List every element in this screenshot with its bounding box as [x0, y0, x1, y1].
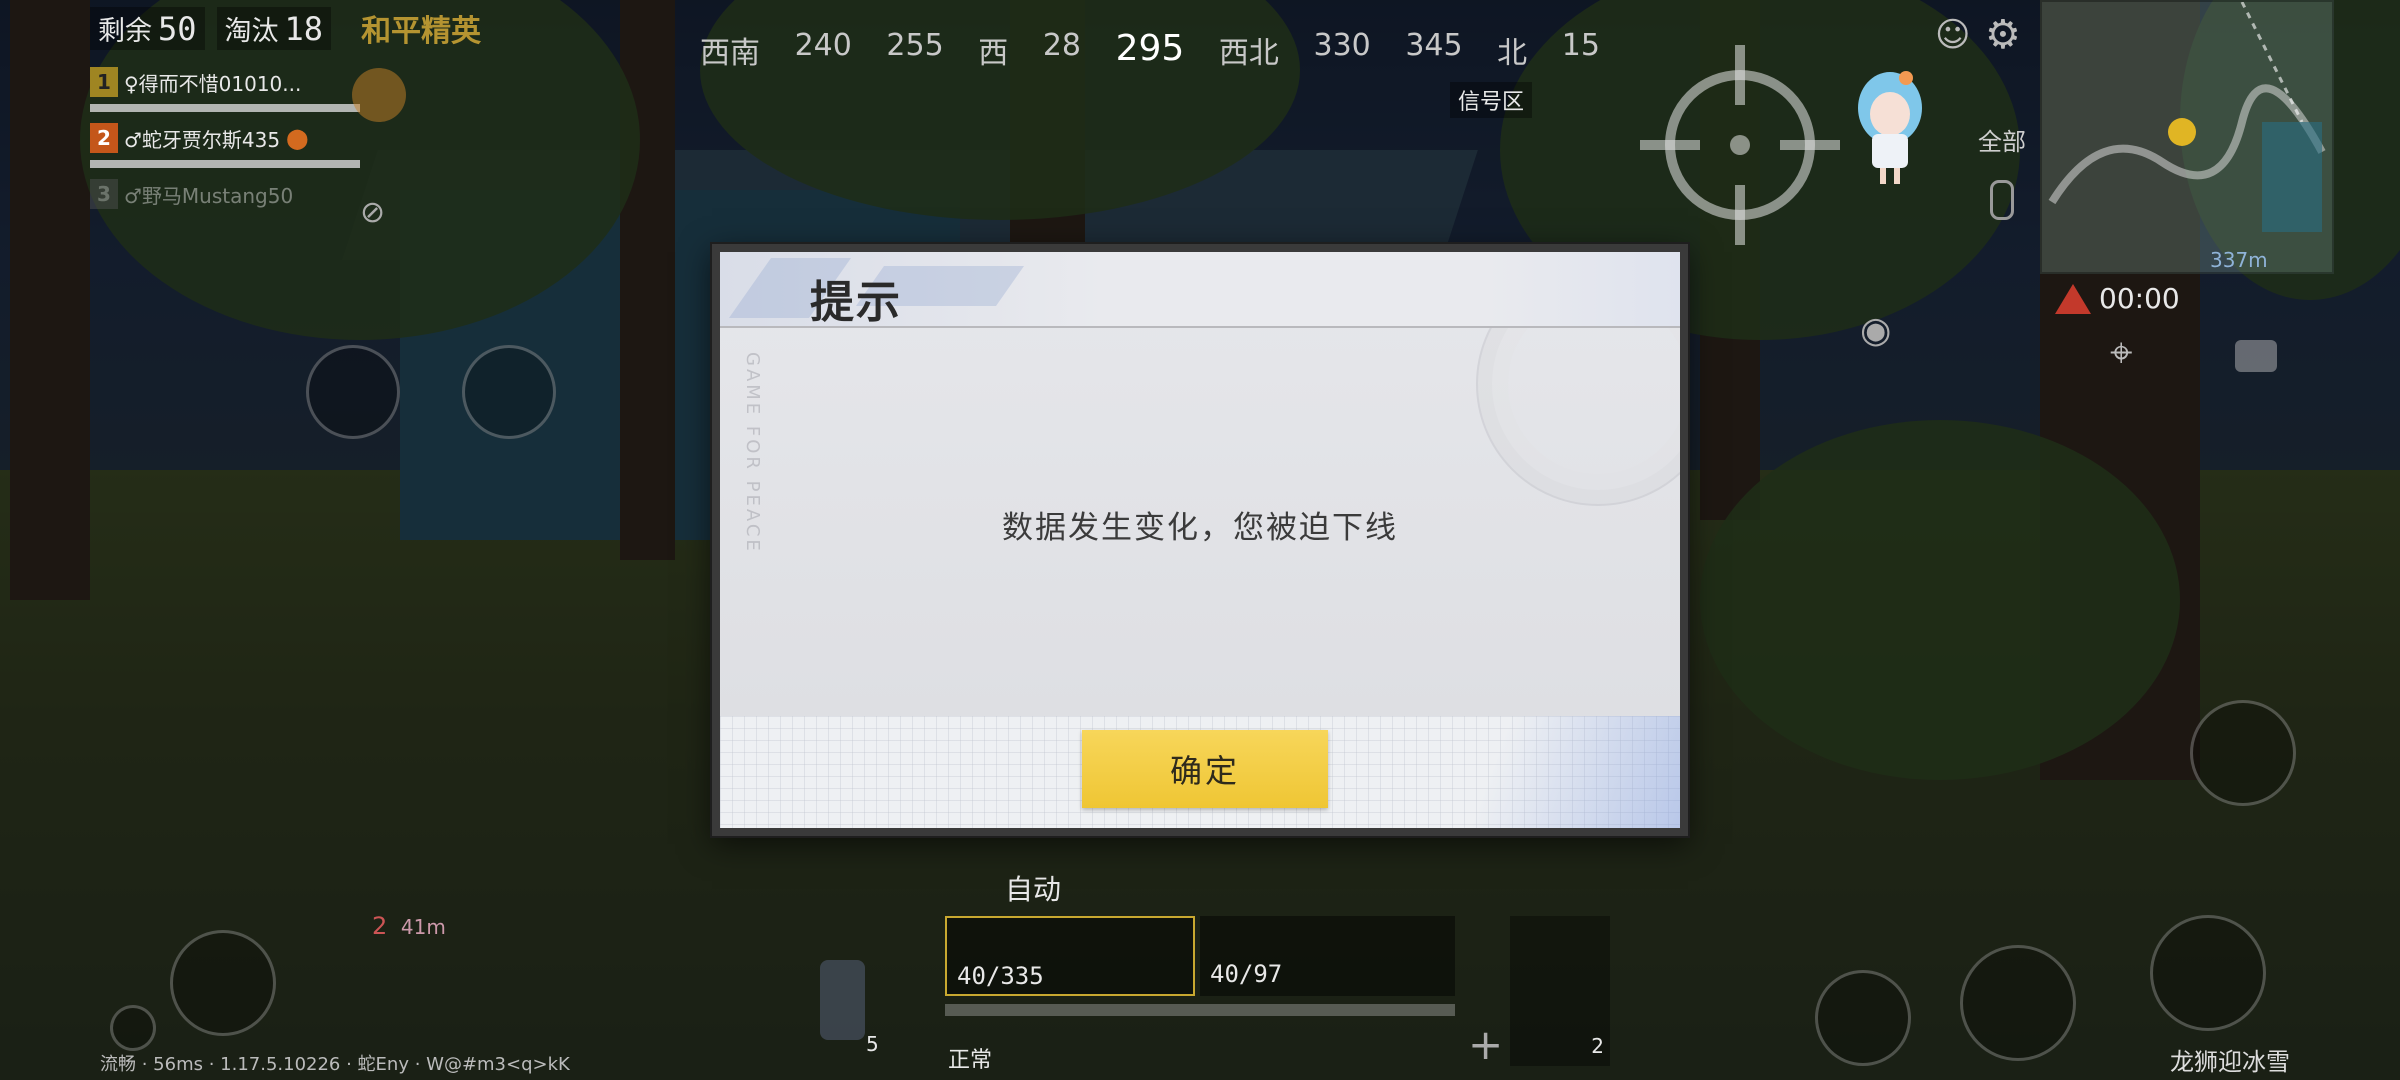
network-status: 流畅 · 56ms · 1.17.5.10226 · 蛇Eny · W@#m3<…	[100, 1054, 570, 1075]
compass-label: 15	[1561, 28, 1600, 63]
peek-right-button[interactable]	[462, 345, 556, 439]
mute-icon[interactable]: ⊘	[360, 195, 385, 230]
primary-weapon-slot[interactable]: 40/335	[945, 916, 1195, 996]
member-name: ♀得而不惜01010...	[124, 71, 302, 96]
settings-gear-icon[interactable]: ⚙	[1985, 12, 2021, 58]
notice-dialog: 提示 GAME FOR PEACE 数据发生变化，您被迫下线 确定	[712, 244, 1688, 836]
fire-mode-toggle[interactable]: 自动	[1005, 868, 1061, 908]
add-icon[interactable]: +	[1468, 1020, 1503, 1069]
aim-crosshair-icon[interactable]	[1640, 45, 1840, 245]
remaining-label: 剩余	[98, 15, 152, 47]
remaining-count: 50	[158, 9, 197, 48]
marker-distance: 41m	[400, 915, 446, 939]
secondary-weapon-slot[interactable]: 40/97	[1200, 916, 1455, 996]
timer-value: 00:00	[2099, 282, 2180, 315]
health-bar	[90, 104, 360, 112]
signal-zone-label: 信号区	[1450, 82, 1533, 118]
eliminated-count: 18	[284, 9, 324, 48]
eliminated-label: 淘汰	[224, 15, 279, 47]
drink-item-icon[interactable]	[820, 960, 865, 1040]
compass-label: 330	[1313, 28, 1371, 63]
grenade-count: 2	[1591, 1034, 1604, 1058]
peek-left-button[interactable]	[306, 345, 400, 439]
team-mark-button[interactable]	[352, 68, 406, 122]
team-member: 3 ♂野马Mustang50	[90, 176, 360, 212]
minimap-distance: 337m	[2210, 248, 2268, 272]
minimap[interactable]	[2040, 0, 2334, 274]
secondary-ammo: 40/97	[1210, 960, 1283, 988]
match-stats: 剩余 50 淘汰 18 和平精英	[90, 6, 482, 50]
small-hud-button[interactable]	[110, 1005, 156, 1051]
backpack-button[interactable]	[170, 930, 276, 1036]
ammo-progress-bar	[945, 1004, 1455, 1016]
mascot-avatar[interactable]	[1850, 68, 1930, 188]
member-number: 1	[90, 67, 118, 97]
item-count: 5	[866, 1032, 879, 1056]
member-name: ♂野马Mustang50	[124, 183, 294, 208]
compass-label: 西	[978, 36, 1009, 71]
compass-label: 240	[794, 28, 852, 63]
reload-button[interactable]	[1815, 970, 1911, 1066]
compass-bar: 西南 240 255 西 28 295 西北 330 345 北 15	[700, 28, 1600, 78]
emote-icon[interactable]: ☺	[1935, 15, 1970, 55]
game-brand: 和平精英	[361, 14, 482, 49]
eliminated-stat: 淘汰 18	[216, 6, 332, 50]
compass-label: 345	[1405, 28, 1463, 63]
compass-label: 28	[1042, 28, 1082, 63]
dialog-panel: 提示 GAME FOR PEACE 数据发生变化，您被迫下线 确定	[720, 252, 1680, 828]
dialog-header: 提示	[720, 252, 1680, 328]
health-bar	[90, 160, 360, 168]
map-event-label: 龙狮迎冰雪	[2170, 1048, 2290, 1076]
compass-label: 北	[1497, 36, 1528, 71]
team-member: 1 ♀得而不惜01010...	[90, 64, 360, 100]
compass-label: 255	[886, 28, 944, 63]
compass-label: 西南	[700, 36, 760, 71]
teammate-marker: 2 41m	[372, 912, 446, 940]
throwable-slot[interactable]: 2	[1510, 916, 1610, 1066]
microphone-icon[interactable]	[1990, 180, 2014, 220]
map-marker-icon[interactable]: ⌖	[2110, 330, 2133, 376]
member-number: 2	[90, 123, 118, 153]
remaining-stat: 剩余 50	[90, 6, 205, 50]
prone-button[interactable]	[2150, 915, 2266, 1031]
jump-button[interactable]	[2190, 700, 2296, 806]
dialog-title: 提示	[810, 277, 902, 328]
voice-all-label[interactable]: 全部	[1978, 122, 2026, 157]
location-pin-icon: ⬤	[286, 126, 309, 150]
dialog-message: 数据发生变化，您被迫下线	[1002, 510, 1398, 546]
crouch-button[interactable]	[1960, 945, 2076, 1061]
team-member: 2 ♂蛇牙贾尔斯435 ⬤	[90, 120, 360, 156]
warning-icon	[2055, 283, 2091, 314]
footer-glow	[1420, 716, 1680, 828]
primary-ammo: 40/335	[957, 962, 1044, 990]
compass-heading: 295	[1115, 28, 1185, 69]
eye-icon[interactable]: ◉	[1860, 310, 1891, 351]
zone-timer: 00:00	[2055, 282, 2180, 315]
confirm-button[interactable]: 确定	[1082, 730, 1328, 808]
dialog-footer: 确定	[720, 716, 1680, 828]
marker-number: 2	[372, 912, 388, 940]
compass-label: 西北	[1218, 36, 1279, 71]
member-name: ♂蛇牙贾尔斯435	[124, 127, 281, 152]
chat-icon[interactable]	[2235, 340, 2277, 372]
minimap-terrain	[2048, 1, 2326, 232]
team-list: 1 ♀得而不惜01010... 2 ♂蛇牙贾尔斯435 ⬤ 3 ♂野马Musta…	[90, 64, 360, 212]
member-number: 3	[90, 179, 118, 209]
player-state: 正常	[948, 1048, 993, 1073]
